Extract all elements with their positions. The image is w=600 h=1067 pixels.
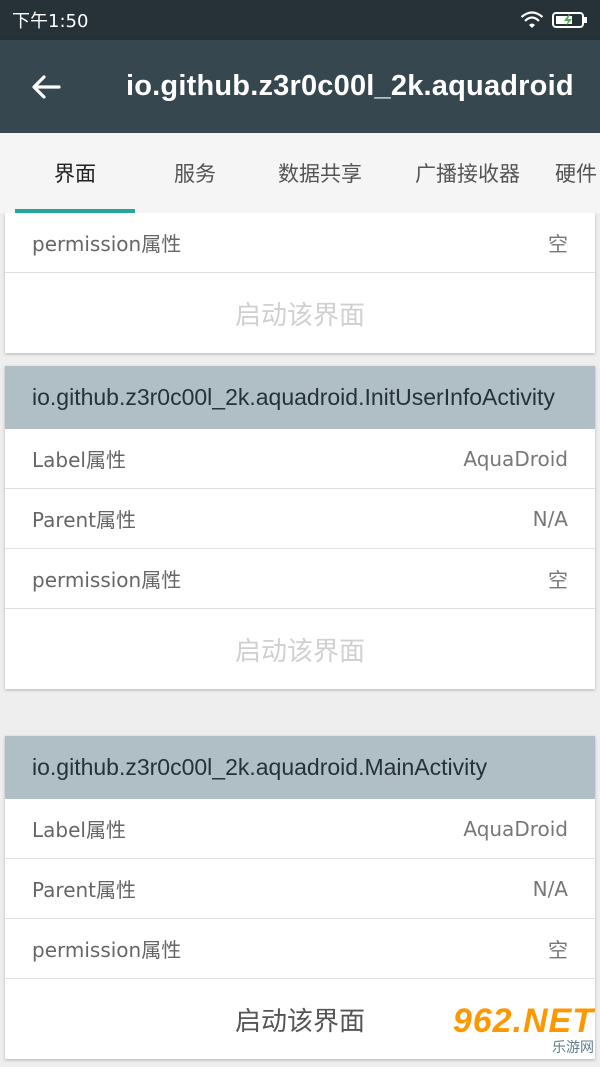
tab-hardware[interactable]: 硬件 <box>555 133 600 213</box>
property-row: Label属性 AquaDroid <box>5 799 595 859</box>
tab-services[interactable]: 服务 <box>135 133 255 213</box>
property-value: 空 <box>548 568 568 592</box>
tab-content-providers[interactable]: 数据共享 <box>255 133 385 213</box>
status-icons <box>520 10 588 30</box>
property-row: Parent属性 N/A <box>5 859 595 919</box>
app-bar: io.github.z3r0c00l_2k.aquadroid <box>0 40 600 133</box>
launch-activity-button[interactable]: 启动该界面 <box>5 609 595 689</box>
tab-bar: 界面 服务 数据共享 广播接收器 硬件 <box>0 133 600 213</box>
property-key: Parent属性 <box>32 508 137 532</box>
watermark-sub: 乐游网 <box>552 1040 594 1056</box>
watermark-number: 962.NET <box>452 1002 594 1040</box>
status-time: 下午1:50 <box>12 11 89 32</box>
property-row: permission属性 空 <box>5 919 595 979</box>
status-bar: 下午1:50 <box>0 0 600 40</box>
app-title: io.github.z3r0c00l_2k.aquadroid <box>126 70 574 102</box>
property-value: 空 <box>548 938 568 962</box>
property-value: AquaDroid <box>463 816 568 841</box>
property-value: 空 <box>548 232 568 256</box>
tab-activities[interactable]: 界面 <box>15 133 135 213</box>
tab-label: 数据共享 <box>278 162 362 186</box>
property-row: permission属性 空 <box>5 549 595 609</box>
property-row: Label属性 AquaDroid <box>5 429 595 489</box>
property-row: permission属性 空 <box>5 213 595 273</box>
tab-label: 广播接收器 <box>415 162 520 186</box>
tab-label: 服务 <box>174 162 216 186</box>
tab-label: 界面 <box>54 162 96 186</box>
activity-name: io.github.z3r0c00l_2k.aquadroid.MainActi… <box>5 736 595 799</box>
arrow-left-icon <box>32 74 61 99</box>
property-key: Label属性 <box>32 818 126 842</box>
property-value: N/A <box>532 506 568 531</box>
property-key: Label属性 <box>32 448 126 472</box>
tab-label: 硬件 <box>555 162 597 186</box>
wifi-icon <box>520 11 544 28</box>
property-value: N/A <box>532 876 568 901</box>
property-key: permission属性 <box>32 232 182 256</box>
tab-broadcast-receivers[interactable]: 广播接收器 <box>395 133 540 213</box>
property-value: AquaDroid <box>463 446 568 471</box>
property-key: permission属性 <box>32 568 182 592</box>
property-row: Parent属性 N/A <box>5 489 595 549</box>
activity-card: permission属性 空 启动该界面 <box>5 213 595 353</box>
activity-card: io.github.z3r0c00l_2k.aquadroid.InitUser… <box>5 366 595 689</box>
activity-name: io.github.z3r0c00l_2k.aquadroid.InitUser… <box>5 366 595 429</box>
activity-list[interactable]: permission属性 空 启动该界面 io.github.z3r0c00l_… <box>0 213 600 1067</box>
battery-charging-icon <box>552 12 587 28</box>
watermark-logo: 962.NET 乐游网 <box>452 1002 594 1063</box>
back-button[interactable] <box>16 57 76 117</box>
property-key: permission属性 <box>32 938 182 962</box>
launch-activity-button[interactable]: 启动该界面 <box>5 273 595 353</box>
property-key: Parent属性 <box>32 878 137 902</box>
